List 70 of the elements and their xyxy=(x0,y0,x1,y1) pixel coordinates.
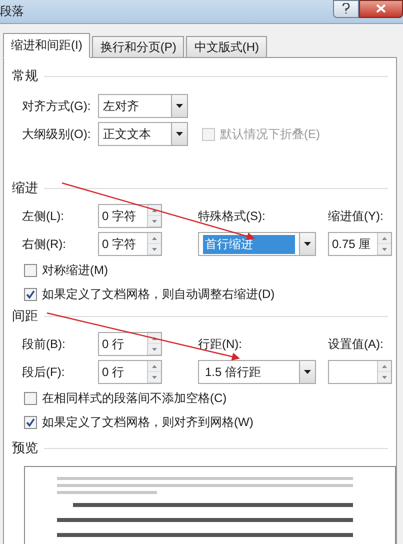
dropdown-field[interactable]: 正文文本 xyxy=(98,122,188,146)
up-arrow-icon xyxy=(382,236,387,240)
checkbox-label: 如果定义了文档网格，则自动调整右缩进(D) xyxy=(42,286,275,302)
down-arrow-icon xyxy=(152,248,157,250)
spin-field[interactable]: 0 字符 xyxy=(98,204,162,228)
field-label: 对齐方式(G): xyxy=(22,98,92,114)
up-arrow-icon xyxy=(152,236,157,240)
spin-field[interactable] xyxy=(328,360,392,384)
spin-down-button[interactable] xyxy=(148,344,161,355)
section-title: 预览 xyxy=(12,439,38,457)
down-arrow-icon xyxy=(152,220,157,222)
spin-field[interactable]: 0.75 厘 xyxy=(328,232,392,256)
up-arrow-icon xyxy=(152,208,157,212)
help-button[interactable] xyxy=(333,0,359,18)
spin-down-button[interactable] xyxy=(148,244,161,255)
checkbox-label: 对称缩进(M) xyxy=(42,262,108,278)
spin-down-button[interactable] xyxy=(148,216,161,227)
spin-up-button[interactable] xyxy=(378,233,391,244)
field-label: 段后(F): xyxy=(22,364,66,380)
down-arrow-icon xyxy=(382,248,387,250)
section-title: 缩进 xyxy=(12,179,38,197)
dropdown-icon xyxy=(176,104,183,108)
section-title: 常规 xyxy=(12,67,38,85)
spin-down-button[interactable] xyxy=(148,372,161,383)
close-icon xyxy=(376,4,386,13)
field-label: 设置值(A): xyxy=(328,336,384,352)
checkbox[interactable] xyxy=(24,264,37,276)
checkbox-label: 如果定义了文档网格，则对齐到网格(W) xyxy=(42,414,254,430)
section-title: 间距 xyxy=(12,307,38,325)
spin-field[interactable]: 0 字符 xyxy=(98,232,162,256)
help-icon xyxy=(342,3,350,14)
dropdown-button[interactable] xyxy=(299,361,315,383)
up-arrow-icon xyxy=(152,336,157,340)
dropdown-icon xyxy=(304,370,311,374)
dropdown-icon xyxy=(176,132,183,136)
field-label: 大纲级别(O): xyxy=(22,126,92,142)
spin-up-button[interactable] xyxy=(148,233,161,244)
field-label: 行距(N): xyxy=(198,336,243,352)
up-arrow-icon xyxy=(152,364,157,368)
dropdown-field[interactable]: 1.5 倍行距 xyxy=(198,360,316,384)
spin-field[interactable]: 0 行 xyxy=(98,360,162,384)
checkbox[interactable] xyxy=(24,392,37,404)
dropdown-button[interactable] xyxy=(299,233,315,255)
down-arrow-icon xyxy=(152,348,157,350)
spin-field[interactable]: 0 行 xyxy=(98,332,162,356)
field-label: 段前(B): xyxy=(22,336,66,352)
spin-down-button[interactable] xyxy=(378,244,391,255)
down-arrow-icon xyxy=(382,376,387,378)
checkbox[interactable] xyxy=(24,288,37,300)
field-label: 特殊格式(S): xyxy=(198,208,266,224)
close-button[interactable] xyxy=(359,0,403,18)
down-arrow-icon xyxy=(152,376,157,378)
tab[interactable]: 换行和分页(P) xyxy=(92,36,184,58)
dropdown-field[interactable]: 左对齐 xyxy=(98,94,188,118)
tab[interactable]: 缩进和间距(I) xyxy=(3,33,90,58)
field-label: 左侧(L): xyxy=(22,208,65,224)
dropdown-icon xyxy=(304,242,311,246)
checkbox[interactable] xyxy=(24,416,37,428)
up-arrow-icon xyxy=(382,364,387,368)
dropdown-button[interactable] xyxy=(171,123,187,145)
spin-up-button[interactable] xyxy=(148,361,161,372)
dropdown-button[interactable] xyxy=(171,95,187,117)
field-label: 右侧(R): xyxy=(22,236,67,252)
tab[interactable]: 中文版式(H) xyxy=(186,36,267,58)
spin-down-button[interactable] xyxy=(378,372,391,383)
checkbox-label: 在相同样式的段落间不添加空格(C) xyxy=(42,390,227,406)
window-title: 段落 xyxy=(0,3,24,20)
checkbox-label: 默认情况下折叠(E) xyxy=(220,126,320,142)
field-label: 缩进值(Y): xyxy=(328,208,384,224)
spin-up-button[interactable] xyxy=(378,361,391,372)
